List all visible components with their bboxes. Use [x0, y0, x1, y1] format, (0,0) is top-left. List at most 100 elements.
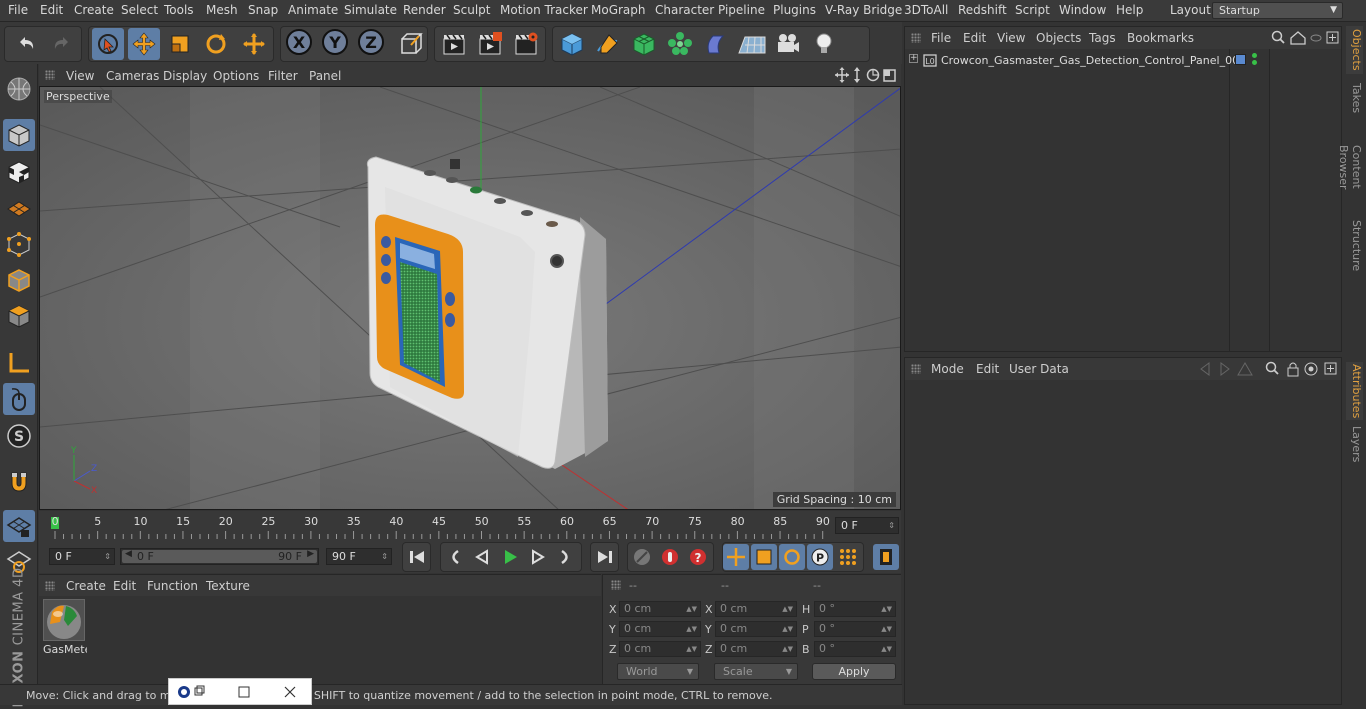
material-menu-function[interactable]: Function: [147, 579, 198, 593]
size-mode-select[interactable]: Scale ▼: [714, 663, 798, 680]
cloner-button[interactable]: [664, 28, 696, 60]
menu-mesh[interactable]: Mesh: [206, 3, 238, 17]
attributes-menu-user-data[interactable]: User Data: [1009, 362, 1069, 376]
objects-menu-file[interactable]: File: [931, 31, 951, 45]
tab-structure[interactable]: Structure: [1346, 220, 1363, 272]
render-to-picture-viewer-button[interactable]: [474, 28, 506, 60]
camera-button[interactable]: [772, 28, 804, 60]
perspective-viewport[interactable]: Y Z X Perspective Grid Spacing : 10 cm: [39, 86, 901, 510]
menu-vray-bridge[interactable]: V-Ray Bridge: [825, 3, 902, 17]
panel-gripper-icon[interactable]: [45, 70, 55, 80]
position-y-field[interactable]: 0 cm ▲▼: [619, 621, 701, 637]
object-name[interactable]: Crowcon_Gasmaster_Gas_Detection_Control_…: [941, 54, 1246, 67]
model-mode-button[interactable]: [3, 119, 35, 151]
back-arrow-icon[interactable]: [1200, 362, 1210, 376]
menu-create[interactable]: Create: [74, 3, 114, 17]
panel-gripper-icon[interactable]: [45, 581, 55, 591]
attributes-menu-edit[interactable]: Edit: [976, 362, 999, 376]
rotate-view-icon[interactable]: [866, 68, 880, 82]
points-mode-button[interactable]: [3, 228, 35, 260]
range-right-arrow-icon[interactable]: ▶: [307, 549, 314, 559]
menu-file[interactable]: File: [8, 3, 28, 17]
material-menu-texture[interactable]: Texture: [206, 579, 250, 593]
panel-gripper-icon[interactable]: [911, 33, 921, 43]
spinner-icon[interactable]: ▲▼: [686, 642, 697, 656]
subdivision-surface-button[interactable]: [628, 28, 660, 60]
position-x-field[interactable]: 0 cm ▲▼: [619, 601, 701, 617]
layout-select[interactable]: Startup ▼: [1212, 2, 1343, 19]
key-position-button[interactable]: [723, 544, 749, 570]
live-selection-button[interactable]: [92, 28, 124, 60]
new-panel-icon[interactable]: [1326, 31, 1339, 44]
tab-layers[interactable]: Layers: [1346, 426, 1363, 462]
maximize-icon[interactable]: [238, 686, 250, 698]
spinner-icon[interactable]: ▲▼: [782, 642, 793, 656]
spinner-icon[interactable]: ▲▼: [881, 622, 892, 636]
close-icon[interactable]: [284, 686, 296, 698]
rotation-b-field[interactable]: 0 ° ▲▼: [814, 641, 896, 657]
viewport-menu-panel[interactable]: Panel: [309, 69, 341, 83]
viewport-menu-view[interactable]: View: [66, 69, 94, 83]
tweak-mode-button[interactable]: [3, 383, 35, 415]
spinner-icon[interactable]: ⇕: [888, 518, 895, 533]
menu-select[interactable]: Select: [121, 3, 158, 17]
menu-sculpt[interactable]: Sculpt: [453, 3, 490, 17]
workplane-mode-button[interactable]: [3, 192, 35, 224]
spinner-icon[interactable]: ▲▼: [881, 602, 892, 616]
spinner-icon[interactable]: ▲▼: [686, 622, 697, 636]
apply-button[interactable]: Apply: [812, 663, 896, 680]
menu-help[interactable]: Help: [1116, 3, 1143, 17]
motion-record-button[interactable]: [629, 544, 655, 570]
menu-simulate[interactable]: Simulate: [344, 3, 397, 17]
x-axis-lock-button[interactable]: X: [286, 29, 312, 55]
scale-tool-button[interactable]: [164, 28, 196, 60]
go-to-end-button[interactable]: [592, 544, 618, 570]
make-editable-button[interactable]: [3, 73, 35, 105]
viewport-menu-filter[interactable]: Filter: [268, 69, 298, 83]
menu-tools[interactable]: Tools: [164, 3, 194, 17]
lock-icon[interactable]: [1287, 362, 1299, 377]
previous-frame-button[interactable]: [469, 544, 495, 570]
menu-mograph[interactable]: MoGraph: [591, 3, 646, 17]
objects-menu-tags[interactable]: Tags: [1089, 31, 1116, 45]
autokey-button[interactable]: ?: [685, 544, 711, 570]
z-axis-lock-button[interactable]: Z: [358, 29, 384, 55]
target-icon[interactable]: [1304, 362, 1318, 376]
deformer-button[interactable]: [700, 28, 732, 60]
menu-window[interactable]: Window: [1059, 3, 1106, 17]
rotation-h-field[interactable]: 0 ° ▲▼: [814, 601, 896, 617]
search-icon[interactable]: [1271, 30, 1285, 44]
material-menu-create[interactable]: Create: [66, 579, 106, 593]
material-menu-edit[interactable]: Edit: [113, 579, 136, 593]
next-key-button[interactable]: [553, 544, 579, 570]
material-thumbnail[interactable]: [43, 599, 85, 641]
objects-menu-edit[interactable]: Edit: [963, 31, 986, 45]
home-icon[interactable]: [1290, 31, 1306, 45]
menu-pipeline[interactable]: Pipeline: [718, 3, 765, 17]
end-frame-field[interactable]: 90 F ⇕: [326, 548, 392, 565]
current-frame-field[interactable]: 0 F ⇕: [835, 517, 899, 534]
menu-3dtoall[interactable]: 3DToAll: [904, 3, 948, 17]
workplane-lock-button[interactable]: [3, 510, 35, 542]
floor-button[interactable]: [736, 28, 768, 60]
render-settings-button[interactable]: [510, 28, 542, 60]
search-icon[interactable]: [1265, 361, 1279, 375]
panel-gripper-icon[interactable]: [611, 580, 621, 590]
menu-script[interactable]: Script: [1015, 3, 1050, 17]
viewport-menu-options[interactable]: Options: [213, 69, 259, 83]
move-tool-button[interactable]: [128, 28, 160, 60]
menu-animate[interactable]: Animate: [288, 3, 338, 17]
spinner-icon[interactable]: ▲▼: [782, 622, 793, 636]
menu-edit[interactable]: Edit: [40, 3, 63, 17]
maximize-view-icon[interactable]: [883, 69, 896, 82]
coordinate-system-button[interactable]: [394, 28, 426, 60]
objects-menu-bookmarks[interactable]: Bookmarks: [1127, 31, 1194, 45]
position-z-field[interactable]: 0 cm ▲▼: [619, 641, 701, 657]
recent-tools-button[interactable]: [238, 28, 270, 60]
menu-motion-tracker[interactable]: Motion Tracker: [500, 3, 588, 17]
go-to-start-button[interactable]: [404, 544, 430, 570]
size-y-field[interactable]: 0 cm ▲▼: [715, 621, 797, 637]
zoom-view-icon[interactable]: [854, 67, 860, 83]
menu-plugins[interactable]: Plugins: [773, 3, 816, 17]
key-parameter-button[interactable]: P: [807, 544, 833, 570]
